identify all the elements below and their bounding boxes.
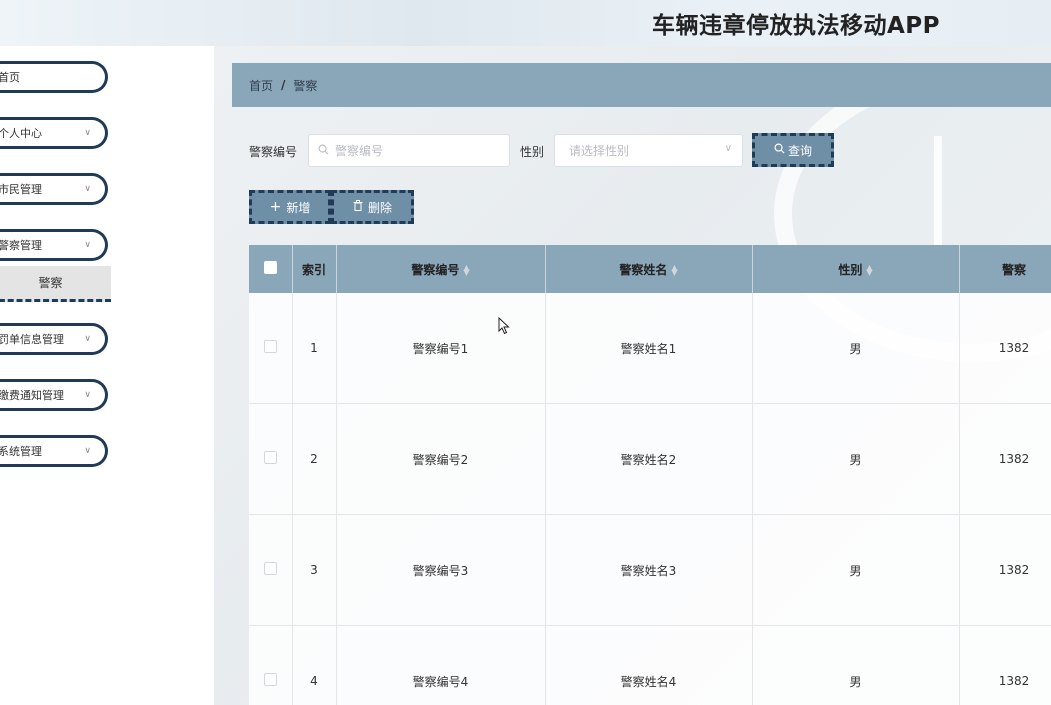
cell-police-name: 警察姓名3 xyxy=(545,514,753,626)
cell-gender: 男 xyxy=(752,293,960,404)
cell-gender: 男 xyxy=(752,403,960,515)
header-label: 性别 xyxy=(838,262,863,277)
cell-police-phone: 1382 xyxy=(959,293,1051,404)
sidebar-item-label: 警察管理 xyxy=(0,239,42,252)
add-button-label: 新增 xyxy=(286,200,311,215)
search-icon xyxy=(318,144,329,158)
breadcrumb-current: 警察 xyxy=(293,78,318,93)
chevron-down-icon: ∨ xyxy=(84,334,91,344)
table-row: 3 警察编号3 警察姓名3 男 1382 xyxy=(249,514,1051,626)
sort-icon[interactable]: ▲ ▼ xyxy=(671,264,677,277)
cell-gender: 男 xyxy=(752,514,960,626)
breadcrumb-home[interactable]: 首页 xyxy=(249,77,273,94)
header-police-name[interactable]: 警察姓名 ▲ ▼ xyxy=(545,245,753,293)
sidebar-subitem-police[interactable]: 警察 xyxy=(0,266,111,302)
chevron-down-icon: ∨ xyxy=(84,240,91,250)
cell-index: 4 xyxy=(292,625,337,705)
query-button[interactable]: 查询 xyxy=(752,133,834,167)
delete-button[interactable]: 删除 xyxy=(331,190,414,224)
app-header: 车辆违章停放执法移动APP xyxy=(0,0,1051,46)
cell-police-phone: 1382 xyxy=(959,514,1051,626)
sidebar-item-label: 罚单信息管理 xyxy=(0,333,64,346)
cell-police-code: 警察编号2 xyxy=(336,403,546,515)
cell-gender: 男 xyxy=(752,625,960,705)
header-label: 警察编号 xyxy=(411,262,460,277)
chevron-down-icon: ∨ xyxy=(84,184,91,194)
cell-police-code: 警察编号1 xyxy=(336,293,546,404)
table-row: 4 警察编号4 警察姓名4 男 1382 xyxy=(249,625,1051,705)
row-checkbox[interactable] xyxy=(263,562,277,575)
sort-icon[interactable]: ▲ ▼ xyxy=(463,264,469,277)
breadcrumb-separator: / xyxy=(281,78,286,92)
sort-icon[interactable]: ▲ ▼ xyxy=(866,264,872,277)
table-row: 1 警察编号1 警察姓名1 男 1382 xyxy=(249,293,1051,404)
select-all-checkbox-cell[interactable] xyxy=(249,245,293,293)
header-gender[interactable]: 性别 ▲ ▼ xyxy=(752,245,960,293)
mouse-cursor-icon xyxy=(498,317,510,335)
row-checkbox[interactable] xyxy=(263,451,277,464)
cell-police-code: 警察编号4 xyxy=(336,625,546,705)
header-police-phone: 警察 xyxy=(959,245,1051,293)
police-table: 索引 警察编号 ▲ ▼ 警察姓名 ▲ ▼ 性别 ▲ ▼ 警察 1 警察编号1 警察姓名1 男… xyxy=(249,245,1051,705)
add-button[interactable]: + 新增 xyxy=(249,190,331,224)
police-code-label: 警察编号 xyxy=(249,145,298,159)
cell-police-phone: 1382 xyxy=(959,625,1051,705)
chevron-down-icon: ∨ xyxy=(84,128,91,138)
plus-icon: + xyxy=(269,199,282,215)
cell-police-phone: 1382 xyxy=(959,403,1051,515)
cell-police-name: 警察姓名2 xyxy=(545,403,753,515)
gender-label: 性别 xyxy=(520,145,545,159)
header-index: 索引 xyxy=(292,245,337,293)
cell-index: 2 xyxy=(292,403,337,515)
sidebar-item-label: 系统管理 xyxy=(0,445,42,458)
police-code-input[interactable]: 警察编号 xyxy=(308,134,510,167)
police-code-placeholder: 警察编号 xyxy=(335,144,384,158)
trash-icon xyxy=(353,200,363,214)
sidebar-item-label: 个人中心 xyxy=(0,127,42,140)
table-header-row: 索引 警察编号 ▲ ▼ 警察姓名 ▲ ▼ 性别 ▲ ▼ 警察 xyxy=(249,245,1051,293)
select-all-checkbox[interactable] xyxy=(263,261,277,274)
sidebar-item-system-management[interactable]: 系统管理 ∨ xyxy=(0,435,108,467)
cell-index: 3 xyxy=(292,514,337,626)
sidebar-item-police-management[interactable]: 警察管理 ∨ xyxy=(0,229,108,261)
delete-button-label: 删除 xyxy=(367,200,392,215)
sidebar: 首页 个人中心 ∨ 市民管理 ∨ 警察管理 ∨ 警察 罚单信息管理 ∨ 缴费通知… xyxy=(0,46,214,705)
chevron-down-icon: ∨ xyxy=(84,446,91,456)
chevron-down-icon: ∨ xyxy=(724,143,732,154)
sidebar-item-home[interactable]: 首页 xyxy=(0,61,108,93)
sidebar-item-label: 市民管理 xyxy=(0,183,42,196)
gender-placeholder: 请选择性别 xyxy=(569,144,630,158)
table-row: 2 警察编号2 警察姓名2 男 1382 xyxy=(249,403,1051,515)
sidebar-item-label: 首页 xyxy=(0,71,20,84)
main-content: 首页 / 警察 警察编号 警察编号 性别 请选择性别 ∨ 查询 + 新增 删除 xyxy=(214,46,1051,705)
row-checkbox[interactable] xyxy=(263,673,277,686)
cell-index: 1 xyxy=(292,293,337,404)
cell-police-name: 警察姓名4 xyxy=(545,625,753,705)
breadcrumb: 首页 / 警察 xyxy=(232,63,1051,107)
query-button-label: 查询 xyxy=(787,143,812,158)
sidebar-item-payment-notice-management[interactable]: 缴费通知管理 ∨ xyxy=(0,379,108,411)
gender-select[interactable]: 请选择性别 ∨ xyxy=(554,134,743,167)
cell-police-code: 警察编号3 xyxy=(336,514,546,626)
sidebar-item-ticket-management[interactable]: 罚单信息管理 ∨ xyxy=(0,323,108,355)
cell-police-name: 警察姓名1 xyxy=(545,293,753,404)
search-icon xyxy=(774,143,785,157)
sidebar-item-citizen-management[interactable]: 市民管理 ∨ xyxy=(0,173,108,205)
header-police-code[interactable]: 警察编号 ▲ ▼ xyxy=(336,245,546,293)
app-title: 车辆违章停放执法移动APP xyxy=(652,13,941,39)
row-checkbox[interactable] xyxy=(263,340,277,353)
sidebar-item-personal-center[interactable]: 个人中心 ∨ xyxy=(0,117,108,149)
sidebar-item-label: 缴费通知管理 xyxy=(0,389,64,402)
header-label: 警察姓名 xyxy=(619,262,668,277)
chevron-down-icon: ∨ xyxy=(84,390,91,400)
